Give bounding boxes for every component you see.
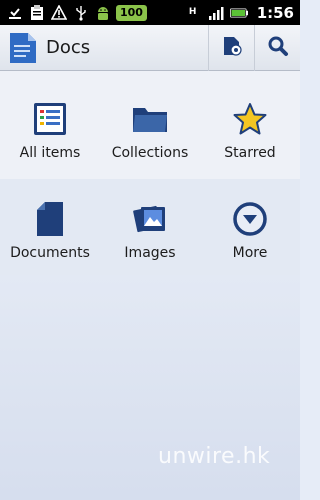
tile-label: Starred: [224, 145, 276, 161]
star-icon: [232, 101, 268, 137]
tile-label: Collections: [111, 145, 189, 161]
signal-icon: [207, 4, 225, 22]
docs-logo-icon: [8, 31, 38, 65]
clipboard-icon: [28, 4, 46, 22]
more-icon: [232, 201, 268, 237]
action-bar: Docs: [0, 24, 300, 71]
warning-icon: [50, 4, 68, 22]
category-row: All items Collections Starred: [0, 71, 300, 179]
new-document-button[interactable]: [208, 24, 254, 71]
app-title: Docs: [46, 37, 91, 58]
battery-icon: [229, 4, 248, 22]
new-document-icon: [222, 35, 242, 61]
search-icon: [267, 35, 289, 61]
battery-level-badge: 100: [116, 4, 147, 21]
status-clock: 1:56: [256, 3, 294, 22]
search-button[interactable]: [254, 24, 300, 71]
all-items-icon: [32, 101, 68, 137]
network-type-label: H: [188, 7, 197, 17]
document-icon: [32, 201, 68, 237]
folder-icon: [132, 101, 168, 137]
category-row: Documents Images More: [0, 179, 300, 275]
watermark: unwire.hk: [158, 444, 271, 469]
download-complete-icon: [6, 4, 24, 22]
status-bar: 100 H 1:56: [0, 0, 300, 25]
all-items-tile[interactable]: All items: [0, 71, 100, 161]
images-tile[interactable]: Images: [100, 179, 200, 261]
category-grid: All items Collections Starred Documents …: [0, 71, 300, 275]
collections-tile[interactable]: Collections: [100, 71, 200, 161]
tile-label: Images: [124, 245, 176, 261]
tile-label: More: [232, 245, 268, 261]
android-icon: [94, 4, 112, 22]
more-tile[interactable]: More: [200, 179, 300, 261]
tile-label: All items: [19, 145, 81, 161]
usb-icon: [72, 4, 90, 22]
tile-label: Documents: [10, 245, 90, 261]
images-icon: [132, 201, 168, 237]
network-icon: H: [184, 4, 202, 22]
starred-tile[interactable]: Starred: [200, 71, 300, 161]
documents-tile[interactable]: Documents: [0, 179, 100, 261]
